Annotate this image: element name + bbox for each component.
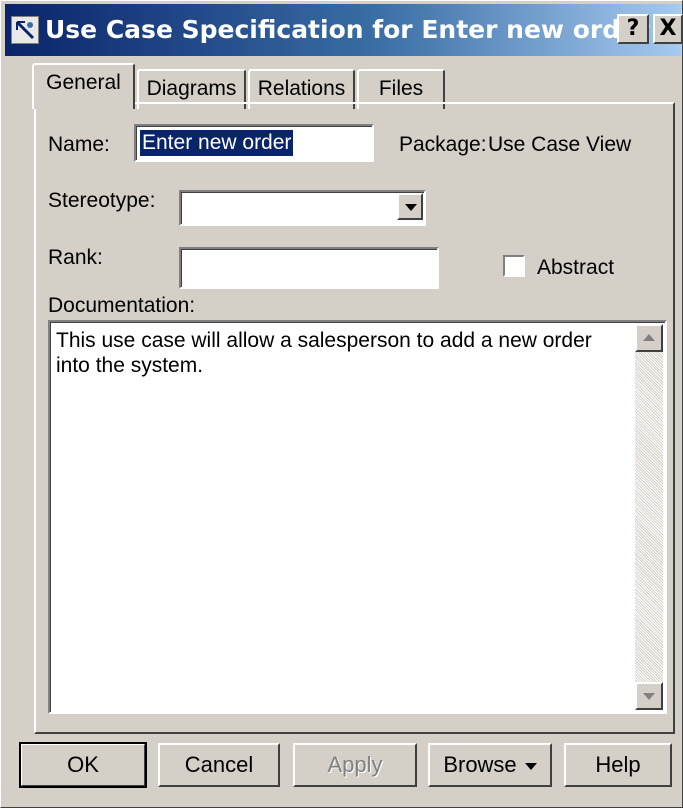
use-case-specification-dialog: Use Case Specification for Enter new ord… bbox=[0, 0, 683, 808]
package-label: Package: bbox=[399, 133, 487, 156]
tab-general[interactable]: General bbox=[32, 63, 135, 109]
rank-label: Rank: bbox=[48, 246, 103, 269]
apply-button[interactable]: Apply bbox=[293, 743, 417, 787]
use-case-app-icon bbox=[11, 16, 39, 44]
scroll-down-arrow-icon[interactable] bbox=[635, 682, 663, 710]
browse-button-label: Browse bbox=[443, 752, 517, 777]
package-value: Use Case View bbox=[488, 133, 632, 156]
apply-button-label: Apply bbox=[327, 752, 383, 777]
documentation-scrollbar[interactable] bbox=[635, 324, 663, 710]
name-input[interactable]: Enter new order bbox=[134, 124, 374, 162]
help-button[interactable]: Help bbox=[564, 743, 672, 787]
browse-dropdown-arrow-icon bbox=[524, 762, 537, 770]
browse-button[interactable]: Browse bbox=[428, 743, 552, 787]
stereotype-dropdown-arrow-icon[interactable] bbox=[397, 193, 423, 220]
documentation-label: Documentation: bbox=[48, 294, 196, 317]
help-title-button[interactable]: ? bbox=[617, 14, 649, 44]
name-value-selected: Enter new order bbox=[140, 130, 294, 156]
ok-button[interactable]: OK bbox=[19, 742, 147, 788]
window-title: Use Case Specification for Enter new ord… bbox=[45, 15, 650, 44]
title-bar[interactable]: Use Case Specification for Enter new ord… bbox=[5, 4, 683, 56]
documentation-text: This use case will allow a salesperson t… bbox=[56, 329, 592, 377]
ok-button-label: OK bbox=[67, 752, 99, 777]
stereotype-label: Stereotype: bbox=[48, 189, 156, 212]
scroll-up-arrow-icon[interactable] bbox=[635, 324, 663, 352]
cancel-button[interactable]: Cancel bbox=[158, 743, 280, 787]
abstract-checkbox[interactable] bbox=[503, 255, 525, 277]
abstract-label: Abstract bbox=[537, 256, 615, 279]
documentation-textarea[interactable]: This use case will allow a salesperson t… bbox=[48, 320, 667, 714]
rank-input[interactable] bbox=[179, 247, 439, 289]
cancel-button-label: Cancel bbox=[184, 752, 254, 777]
name-label: Name: bbox=[48, 133, 110, 156]
stereotype-combobox[interactable] bbox=[179, 190, 426, 226]
close-button[interactable]: X bbox=[653, 14, 683, 44]
help-button-label: Help bbox=[595, 752, 641, 777]
